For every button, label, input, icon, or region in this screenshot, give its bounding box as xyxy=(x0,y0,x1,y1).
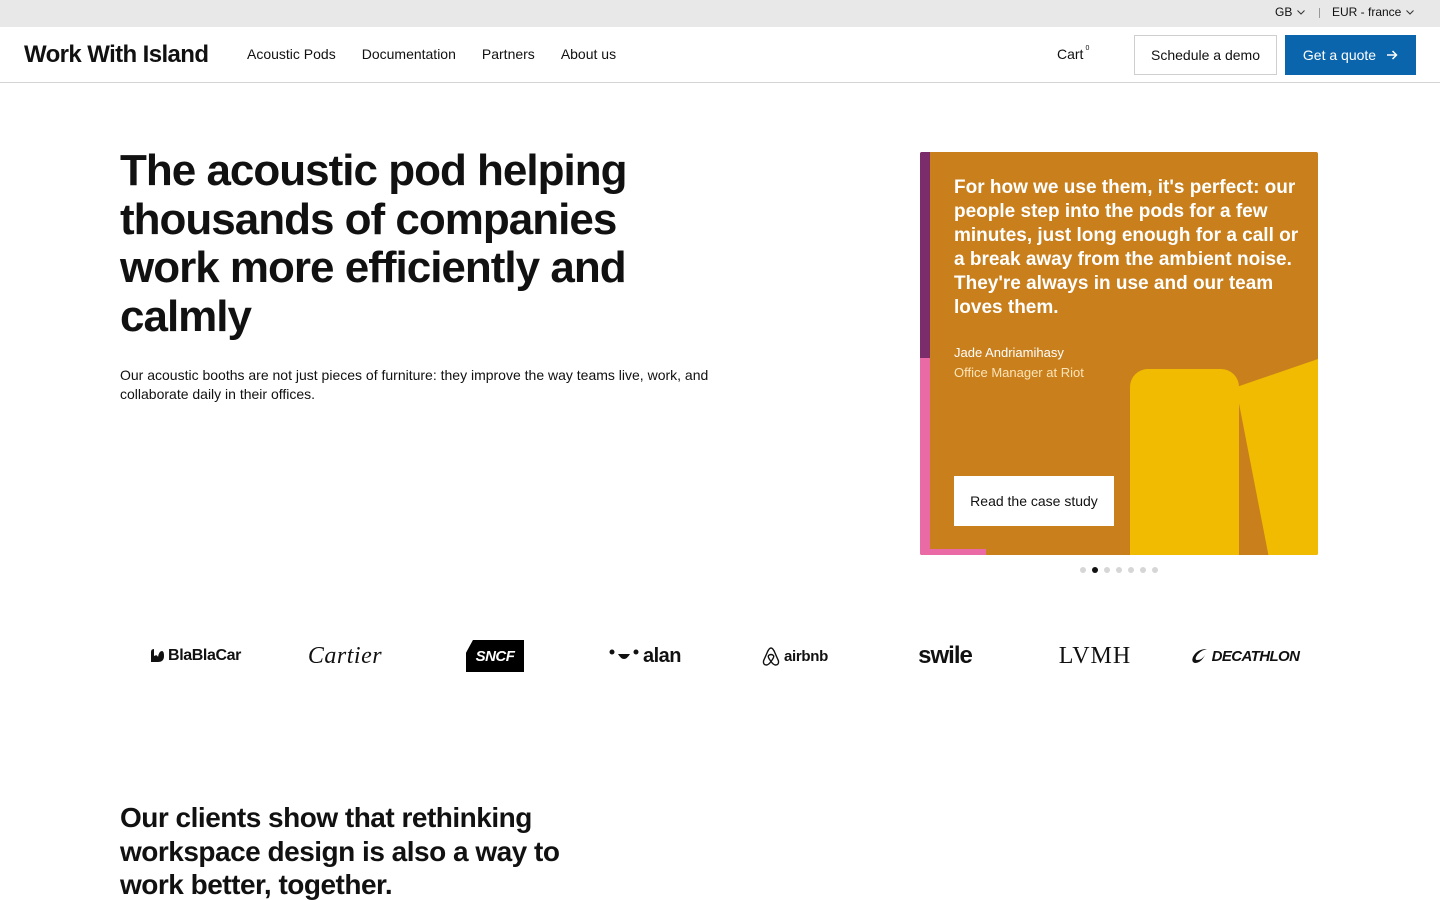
nav-item-about-us[interactable]: About us xyxy=(561,46,616,62)
currency-label: EUR - france xyxy=(1332,5,1402,19)
pod-illustration xyxy=(1130,369,1239,555)
nav-item-partners[interactable]: Partners xyxy=(482,46,535,62)
carousel-dot[interactable] xyxy=(1080,567,1086,573)
decathlon-wordmark: DECATHLON xyxy=(1211,647,1300,665)
schedule-demo-button[interactable]: Schedule a demo xyxy=(1134,35,1277,75)
sncf-mark: SNCF xyxy=(466,640,524,672)
carousel-dot[interactable] xyxy=(1116,567,1122,573)
cartier-wordmark: Cartier xyxy=(307,642,383,669)
cart-count: 0 xyxy=(1085,45,1090,53)
carousel-dot[interactable] xyxy=(1152,567,1158,573)
card-stripe-decor xyxy=(920,152,930,358)
card-stripe-decor xyxy=(920,358,930,555)
currency-selector[interactable]: EUR - france xyxy=(1332,5,1415,19)
carousel-dot[interactable] xyxy=(1128,567,1134,573)
alan-wordmark: alan xyxy=(642,644,682,667)
blablacar-wordmark: BlaBlaCar xyxy=(168,647,241,664)
logo-cartier: Cartier xyxy=(270,632,420,680)
chevron-down-icon xyxy=(1297,10,1306,15)
airbnb-wordmark: airbnb xyxy=(783,647,829,665)
logo-swile: swile xyxy=(870,632,1020,680)
logo-airbnb: airbnb xyxy=(720,632,870,680)
chevron-down-icon xyxy=(1406,10,1415,15)
region-selector[interactable]: GB xyxy=(1275,5,1306,19)
swile-wordmark: swile xyxy=(918,642,973,669)
cart-link[interactable]: Cart 0 xyxy=(1057,45,1090,62)
read-case-study-button[interactable]: Read the case study xyxy=(954,476,1114,526)
alan-mark-icon xyxy=(609,649,639,659)
testimonial-author-role: Office Manager at Riot xyxy=(954,365,1084,380)
main-nav: Acoustic Pods Documentation Partners Abo… xyxy=(247,46,616,62)
carousel-dot[interactable] xyxy=(1140,567,1146,573)
card-stripe-decor xyxy=(920,549,986,555)
testimonial-card: For how we use them, it's perfect: our p… xyxy=(920,152,1318,555)
hero-subtitle: Our acoustic booths are not just pieces … xyxy=(120,367,709,402)
airbnb-mark-icon xyxy=(762,646,780,666)
site-logo[interactable]: Work With Island xyxy=(24,41,209,69)
lvmh-wordmark: LVMH xyxy=(1058,642,1132,669)
logo-blablacar: BlaBlaCar xyxy=(120,632,270,680)
nav-item-acoustic-pods[interactable]: Acoustic Pods xyxy=(247,46,336,62)
logo-lvmh: LVMH xyxy=(1020,632,1170,680)
carousel-dots xyxy=(1080,567,1158,573)
carousel-dot[interactable] xyxy=(1104,567,1110,573)
decathlon-mark-icon xyxy=(1192,649,1207,663)
client-logos: BlaBlaCar Cartier SNCF alan airbnb swile… xyxy=(120,632,1320,680)
testimonial-quote: For how we use them, it's perfect: our p… xyxy=(954,177,1299,318)
hero-title: The acoustic pod helping thousands of co… xyxy=(120,146,627,341)
section-title: Our clients show that rethinking workspa… xyxy=(120,802,560,900)
utility-divider xyxy=(1319,8,1320,18)
site-header: Work With Island Acoustic Pods Documenta… xyxy=(0,27,1440,83)
region-label: GB xyxy=(1275,5,1293,19)
carousel-dot-active[interactable] xyxy=(1092,567,1098,573)
utility-bar: GB EUR - france xyxy=(0,0,1440,27)
logo-sncf: SNCF xyxy=(420,632,570,680)
logo-alan: alan xyxy=(570,632,720,680)
get-quote-label: Get a quote xyxy=(1302,47,1377,63)
blablacar-mark-icon xyxy=(151,649,165,662)
logo-decathlon: DECATHLON xyxy=(1170,632,1320,680)
pod-illustration xyxy=(1238,359,1318,555)
get-quote-button[interactable]: Get a quote xyxy=(1285,35,1416,75)
cart-label: Cart xyxy=(1057,46,1084,62)
nav-item-documentation[interactable]: Documentation xyxy=(362,46,456,62)
testimonial-author: Jade Andriamihasy xyxy=(954,345,1064,360)
arrow-right-icon xyxy=(1387,50,1398,60)
